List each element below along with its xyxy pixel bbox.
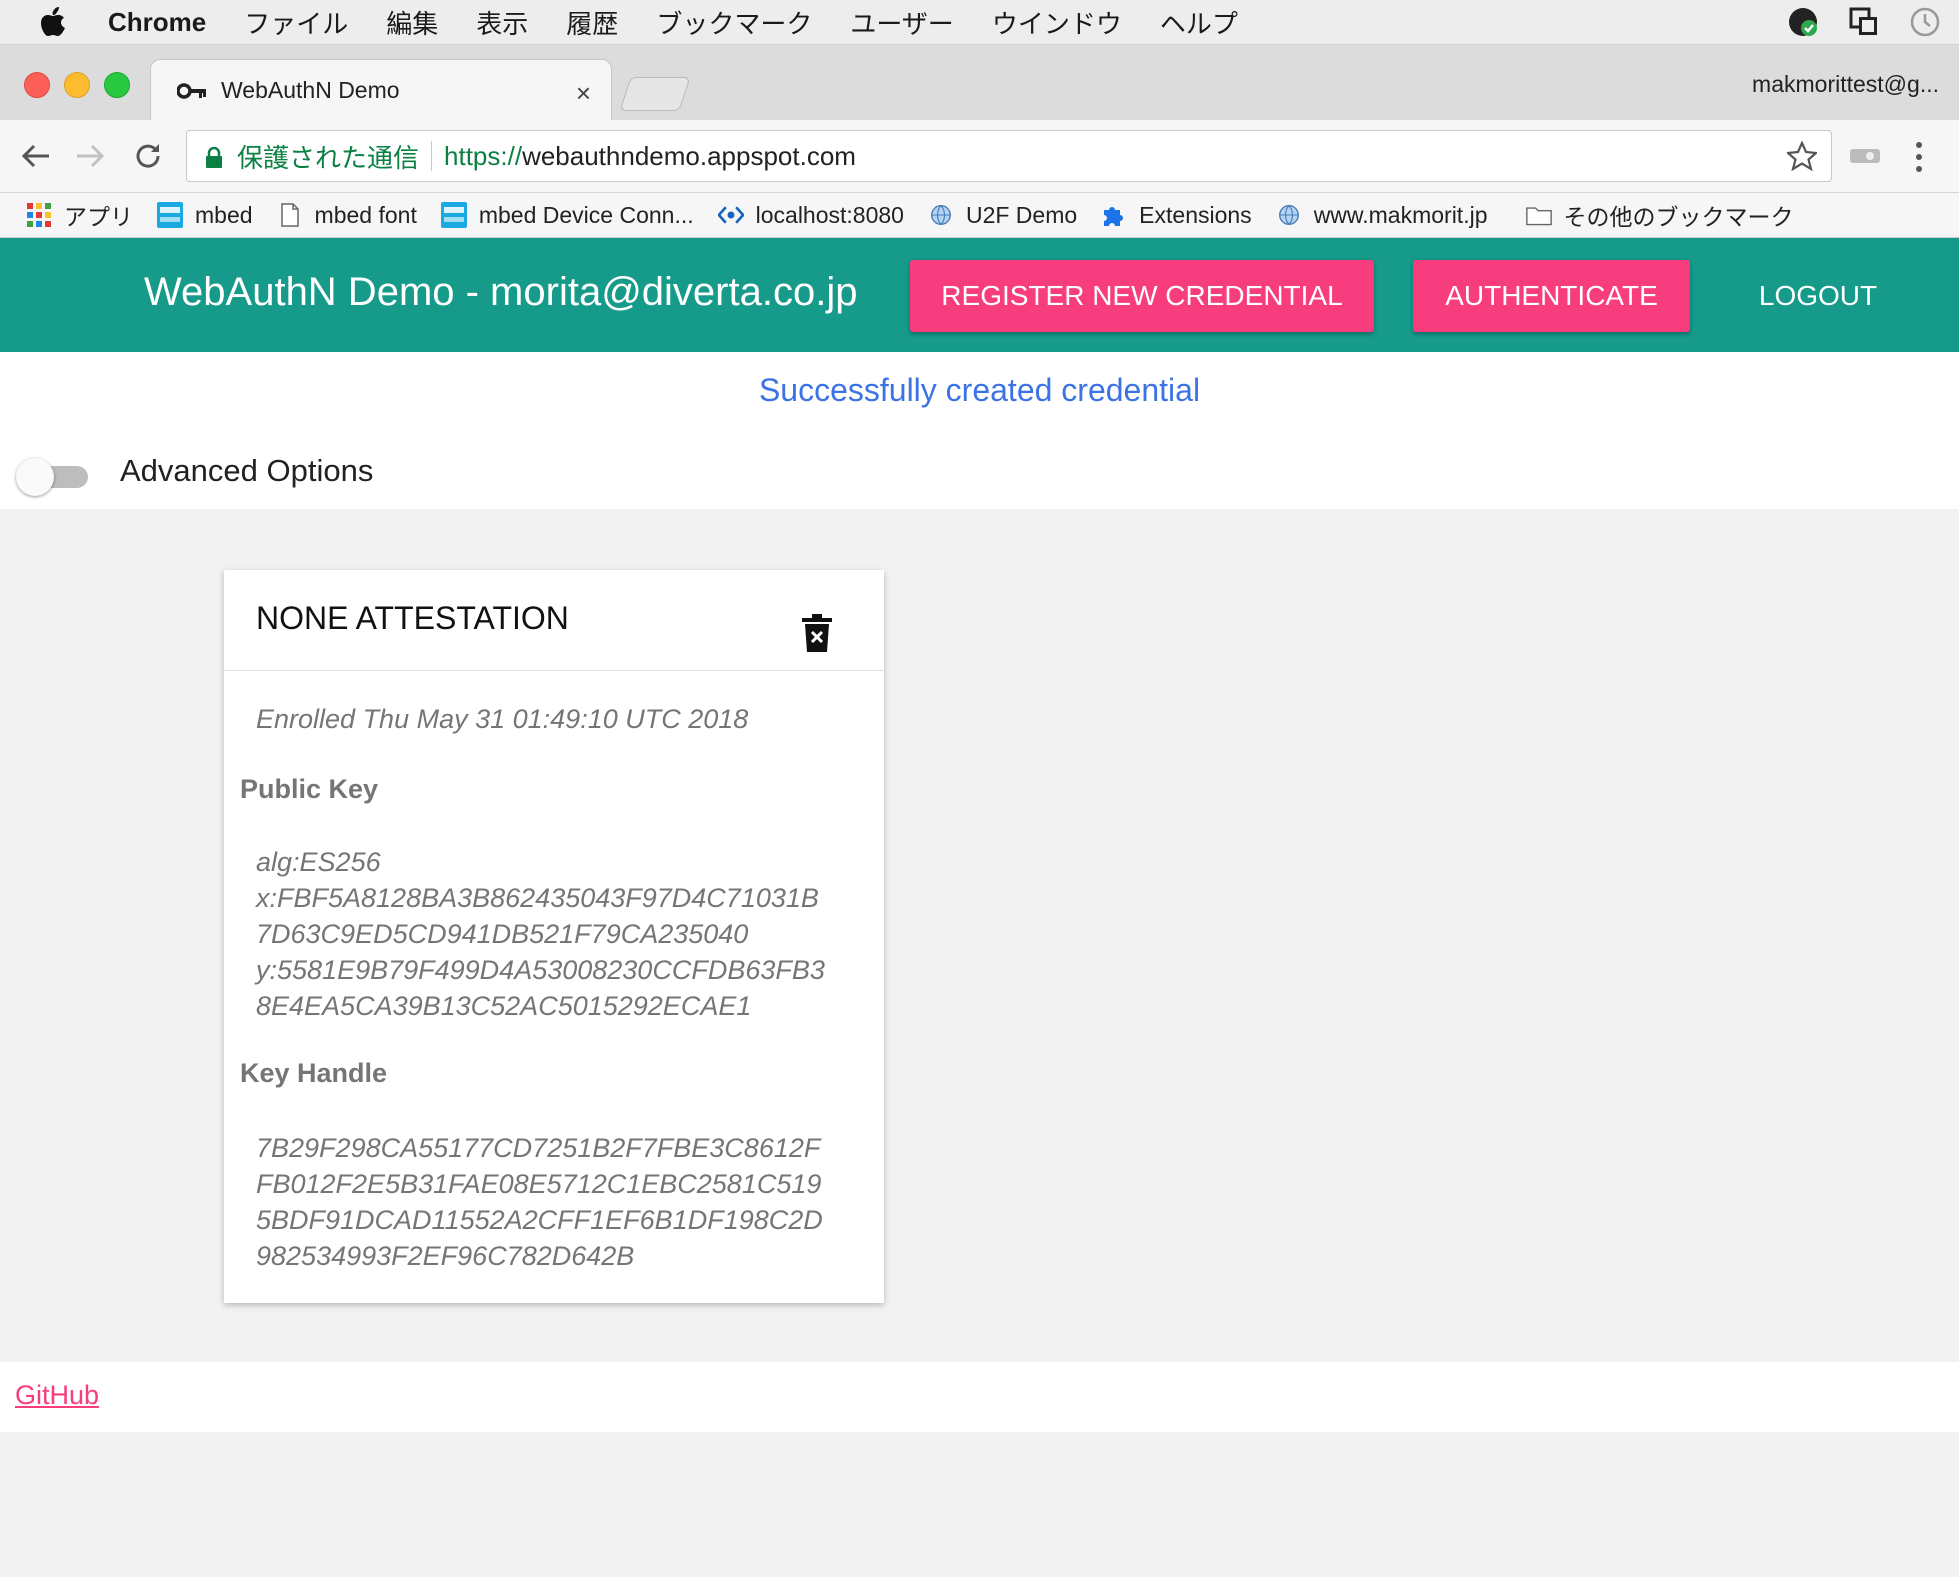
- register-credential-button[interactable]: REGISTER NEW CREDENTIAL: [910, 260, 1374, 332]
- logout-button[interactable]: LOGOUT: [1740, 260, 1896, 332]
- bookmark-label: U2F Demo: [965, 201, 1078, 228]
- extension-icon[interactable]: [1850, 146, 1880, 166]
- url-scheme: https://: [444, 140, 523, 171]
- chrome-menu-icon[interactable]: [1915, 140, 1923, 174]
- authenticate-button[interactable]: AUTHENTICATE: [1413, 260, 1690, 332]
- public-key-heading: Public Key: [240, 774, 379, 804]
- tab-title: WebAuthN Demo: [221, 77, 400, 103]
- menu-file[interactable]: ファイル: [244, 4, 348, 41]
- zoom-window-button[interactable]: [104, 72, 130, 98]
- public-key-line: x:FBF5A8128BA3B862435043F97D4C71031B: [256, 883, 819, 913]
- menu-view[interactable]: 表示: [476, 4, 528, 41]
- menu-app-name[interactable]: Chrome: [108, 7, 206, 38]
- status-area: Successfully created credential Advanced…: [0, 352, 1959, 509]
- bookmark-star-icon[interactable]: [1785, 140, 1819, 178]
- bookmark-label: Extensions: [1139, 201, 1252, 228]
- footer: GitHub: [0, 1362, 1959, 1432]
- bookmark-mbed[interactable]: mbed: [157, 202, 253, 229]
- url-host: webauthndemo.appspot.com: [522, 140, 856, 171]
- macos-menu-bar: Chrome ファイル 編集 表示 履歴 ブックマーク ユーザー ウインドウ ヘ…: [0, 0, 1959, 45]
- window-switch-icon[interactable]: [1849, 7, 1879, 44]
- page-icon: [277, 202, 303, 228]
- credential-card: NONE ATTESTATION Enrolled Thu May 31 01:…: [224, 570, 884, 1303]
- credential-title: NONE ATTESTATION: [256, 600, 569, 636]
- arm-mbed-icon: [440, 202, 467, 228]
- globe-icon: [928, 202, 954, 228]
- key-handle-heading: Key Handle: [240, 1058, 388, 1088]
- address-bar[interactable]: 保護された通信 https:// webauthndemo.appspot.co…: [186, 130, 1832, 182]
- bookmark-label: localhost:8080: [755, 201, 904, 228]
- menu-window[interactable]: ウインドウ: [992, 4, 1122, 41]
- code-icon: [717, 202, 744, 228]
- status-message: Successfully created credential: [758, 372, 1201, 408]
- key-handle-line: FB012F2E5B31FAE08E5712C1EBC2581C519: [256, 1169, 822, 1199]
- tab-close-icon[interactable]: ×: [576, 78, 591, 109]
- menu-bookmarks[interactable]: ブックマーク: [656, 4, 812, 41]
- key-handle-line: 982534993F2EF96C782D642B: [256, 1241, 635, 1271]
- bookmarks-bar: アプリ mbed mbed font mbed Device Conn... l…: [0, 193, 1959, 238]
- reload-icon[interactable]: [130, 138, 166, 174]
- advanced-options-toggle[interactable]: [16, 456, 90, 496]
- bookmark-apps[interactable]: アプリ: [26, 198, 133, 232]
- public-key-line: 8E4EA5CA39B13C52AC5015292ECAE1: [256, 991, 752, 1021]
- bookmark-extensions[interactable]: Extensions: [1101, 202, 1252, 229]
- browser-toolbar: 保護された通信 https:// webauthndemo.appspot.co…: [0, 120, 1959, 193]
- github-link[interactable]: GitHub: [15, 1380, 99, 1411]
- bookmark-label: アプリ: [64, 204, 133, 230]
- bookmark-label: mbed Device Conn...: [478, 201, 694, 228]
- key-icon: [177, 81, 207, 101]
- time-machine-icon[interactable]: [1909, 6, 1941, 45]
- card-divider: [224, 670, 884, 671]
- public-key-line: y:5581E9B79F499D4A53008230CCFDB63FB3: [256, 955, 825, 985]
- public-key-value: alg:ES256 x:FBF5A8128BA3B862435043F97D4C…: [256, 844, 825, 1024]
- address-divider: [431, 141, 433, 171]
- toggle-knob[interactable]: [16, 458, 54, 496]
- bookmark-mbed-device-conn[interactable]: mbed Device Conn...: [440, 201, 694, 229]
- key-handle-line: 5BDF91DCAD11552A2CFF1EF6B1DF198C2D: [256, 1205, 823, 1235]
- status-icons: [1787, 6, 1941, 45]
- close-window-button[interactable]: [24, 72, 50, 98]
- public-key-line: alg:ES256: [256, 847, 381, 877]
- key-handle-value: 7B29F298CA55177CD7251B2F7FBE3C8612F FB01…: [256, 1130, 823, 1274]
- arm-mbed-icon: [157, 202, 183, 228]
- menu-help[interactable]: ヘルプ: [1160, 4, 1238, 41]
- new-tab-button[interactable]: [619, 77, 691, 111]
- globe-icon: [1276, 202, 1302, 228]
- public-key-line: 7D63C9ED5CD941DB521F79CA235040: [256, 919, 749, 949]
- bookmark-label: その他のブックマーク: [1563, 204, 1794, 230]
- back-arrow-icon[interactable]: [18, 138, 54, 174]
- enrolled-date: Enrolled Thu May 31 01:49:10 UTC 2018: [256, 704, 749, 734]
- bookmark-u2f-demo[interactable]: U2F Demo: [928, 202, 1077, 229]
- bookmark-label: www.makmorit.jp: [1313, 201, 1488, 228]
- minimize-window-button[interactable]: [64, 72, 90, 98]
- profile-name[interactable]: makmorittest@g...: [1752, 71, 1939, 98]
- puzzle-icon: [1101, 202, 1127, 228]
- secure-connection-label[interactable]: 保護された通信: [237, 138, 419, 175]
- bookmark-mbed-font[interactable]: mbed font: [277, 202, 417, 229]
- advanced-options-label[interactable]: Advanced Options: [120, 453, 373, 489]
- folder-icon: [1525, 202, 1552, 228]
- app-header: WebAuthN Demo - morita@diverta.co.jp REG…: [0, 238, 1959, 352]
- menu-people[interactable]: ユーザー: [850, 4, 953, 41]
- bookmark-other[interactable]: その他のブックマーク: [1525, 198, 1794, 232]
- bookmark-localhost[interactable]: localhost:8080: [717, 201, 904, 229]
- menu-edit[interactable]: 編集: [386, 4, 438, 41]
- bookmark-label: mbed font: [314, 201, 417, 228]
- tab-strip: WebAuthN Demo × makmorittest@g...: [0, 45, 1959, 121]
- bookmark-makmorit[interactable]: www.makmorit.jp: [1276, 202, 1488, 229]
- lock-icon[interactable]: [205, 145, 223, 168]
- sync-status-icon[interactable]: [1787, 6, 1819, 45]
- forward-arrow-icon[interactable]: [72, 138, 108, 174]
- tab-webauthn-demo[interactable]: WebAuthN Demo ×: [150, 59, 612, 121]
- bookmark-label: mbed: [195, 201, 253, 228]
- page-title: WebAuthN Demo - morita@diverta.co.jp: [144, 270, 858, 314]
- apps-grid-icon: [26, 202, 52, 228]
- key-handle-line: 7B29F298CA55177CD7251B2F7FBE3C8612F: [256, 1133, 821, 1163]
- apple-icon[interactable]: [40, 7, 70, 37]
- menu-history[interactable]: 履歴: [566, 4, 618, 41]
- delete-credential-icon[interactable]: [802, 614, 832, 652]
